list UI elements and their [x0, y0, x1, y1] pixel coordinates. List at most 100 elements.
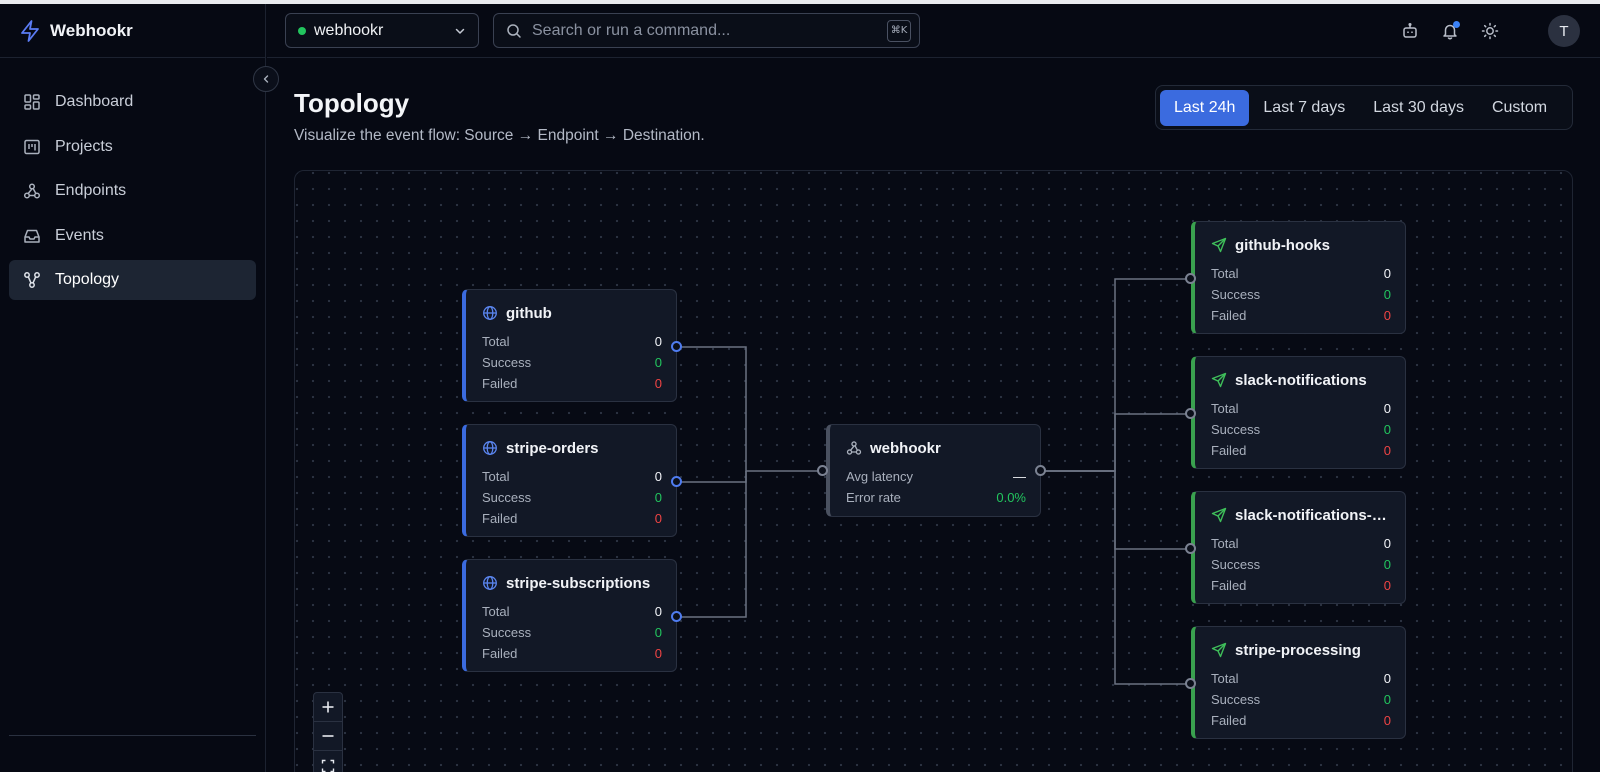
destination-node-slack-notifications-m[interactable]: slack-notifications-m... Total 0 Success 0… — [1191, 491, 1406, 604]
page-title: Topology — [294, 88, 410, 118]
edge-github-to-endpoint — [677, 346, 823, 472]
time-range-selector: Last 24h Last 7 days Last 30 days Custom — [1155, 85, 1573, 130]
source-output-port[interactable] — [671, 611, 682, 622]
failed-label: Failed — [1211, 713, 1247, 728]
zoom-controls — [313, 692, 343, 772]
node-title: webhookr — [870, 439, 941, 457]
failed-label: Failed — [482, 511, 518, 526]
success-value: 0 — [654, 355, 662, 370]
theme-toggle-button[interactable] — [1479, 20, 1501, 42]
destination-input-port[interactable] — [1185, 273, 1196, 284]
sidebar-item-events[interactable]: Events — [9, 216, 256, 256]
sidebar-item-topology[interactable]: Topology — [9, 260, 256, 300]
success-label: Success — [1211, 422, 1261, 437]
destination-input-port[interactable] — [1185, 678, 1196, 689]
range-custom-button[interactable]: Custom — [1478, 90, 1561, 126]
sidebar-nav: Dashboard Projects Endpoints Events Topo… — [0, 58, 265, 300]
chevron-left-icon — [261, 74, 271, 84]
lightning-logo-icon — [20, 19, 40, 42]
total-label: Total — [482, 469, 510, 484]
notification-badge — [1453, 21, 1460, 28]
source-node-stripe-subscriptions[interactable]: stripe-subscriptions Total 0 Success 0 Fai… — [462, 559, 677, 672]
avg-latency-value: — — [1013, 469, 1026, 484]
send-icon — [1211, 372, 1227, 388]
zoom-in-button[interactable] — [314, 693, 342, 722]
success-label: Success — [1211, 557, 1261, 572]
keyboard-shortcut-hint: ⌘K — [887, 19, 911, 42]
globe-icon — [482, 305, 498, 321]
range-last-7-days-button[interactable]: Last 7 days — [1249, 90, 1359, 126]
collapse-sidebar-button[interactable] — [253, 66, 279, 92]
fit-view-button[interactable] — [314, 751, 342, 772]
total-label: Total — [482, 334, 510, 349]
bot-button[interactable] — [1399, 20, 1421, 42]
sidebar-item-endpoints[interactable]: Endpoints — [9, 171, 256, 211]
project-selector[interactable]: webhookr — [285, 13, 479, 48]
failed-label: Failed — [1211, 308, 1247, 323]
send-icon — [1211, 237, 1227, 253]
source-node-github[interactable]: github Total 0 Success 0 Failed 0 — [462, 289, 677, 402]
destination-node-slack-notifications[interactable]: slack-notifications Total 0 Success 0 Fail… — [1191, 356, 1406, 469]
zoom-out-button[interactable] — [314, 722, 342, 751]
success-value: 0 — [1383, 287, 1391, 302]
destination-input-port[interactable] — [1185, 408, 1196, 419]
success-label: Success — [482, 355, 532, 370]
source-node-stripe-orders[interactable]: stripe-orders Total 0 Success 0 Failed 0 — [462, 424, 677, 537]
range-last-24h-button[interactable]: Last 24h — [1160, 89, 1250, 126]
total-value: 0 — [654, 334, 662, 349]
notifications-button[interactable] — [1439, 20, 1461, 42]
sidebar-item-projects[interactable]: Projects — [9, 127, 256, 167]
total-value: 0 — [1383, 266, 1391, 281]
success-label: Success — [1211, 287, 1261, 302]
range-last-30-days-button[interactable]: Last 30 days — [1359, 90, 1478, 126]
success-label: Success — [482, 625, 532, 640]
brand[interactable]: Webhookr — [0, 4, 265, 58]
send-icon — [1211, 507, 1227, 523]
total-label: Total — [1211, 536, 1239, 551]
projects-icon — [23, 138, 41, 156]
sidebar-item-dashboard[interactable]: Dashboard — [9, 82, 256, 122]
sidebar-item-label: Projects — [55, 137, 113, 155]
failed-label: Failed — [1211, 443, 1247, 458]
failed-value: 0 — [654, 511, 662, 526]
failed-label: Failed — [482, 376, 518, 391]
success-label: Success — [482, 490, 532, 505]
total-value: 0 — [1383, 536, 1391, 551]
sidebar-item-label: Endpoints — [55, 182, 127, 199]
globe-icon — [482, 440, 498, 456]
globe-icon — [482, 575, 498, 591]
sidebar-divider — [9, 735, 256, 736]
total-label: Total — [1211, 671, 1239, 686]
source-output-port[interactable] — [671, 341, 682, 352]
avatar[interactable]: T — [1548, 15, 1580, 47]
sidebar-item-label: Dashboard — [55, 93, 134, 110]
failed-label: Failed — [1211, 578, 1247, 593]
bell-icon — [1441, 21, 1460, 40]
sidebar-item-label: Topology — [55, 271, 120, 288]
send-icon — [1211, 642, 1227, 658]
edge-stripe-orders-to-endpoint — [677, 471, 747, 483]
error-rate-label: Error rate — [846, 490, 901, 505]
success-value: 0 — [654, 490, 662, 505]
search-icon — [506, 23, 522, 39]
failed-value: 0 — [1383, 578, 1391, 593]
failed-value: 0 — [1383, 713, 1391, 728]
node-title: stripe-orders — [506, 439, 599, 457]
endpoint-output-port[interactable] — [1035, 465, 1046, 476]
failed-value: 0 — [654, 646, 662, 661]
destination-node-stripe-processing[interactable]: stripe-processing Total 0 Success 0 Failed… — [1191, 626, 1406, 739]
inbox-icon — [23, 227, 41, 245]
webhook-icon — [846, 440, 862, 456]
search-input[interactable] — [532, 21, 887, 40]
destination-input-port[interactable] — [1185, 543, 1196, 554]
endpoint-input-port[interactable] — [817, 465, 828, 476]
destination-node-github-hooks[interactable]: github-hooks Total 0 Success 0 Failed 0 — [1191, 221, 1406, 334]
edge-endpoint-to-slack-notifications-m — [1041, 470, 1191, 550]
project-selector-value: webhookr — [314, 21, 384, 39]
endpoint-node-webhookr[interactable]: webhookr Avg latency — Error rate 0.0% — [826, 424, 1041, 517]
topology-canvas[interactable]: github Total 0 Success 0 Failed 0 stripe-or… — [294, 170, 1573, 772]
dashboard-icon — [23, 93, 41, 111]
source-output-port[interactable] — [671, 476, 682, 487]
failed-value: 0 — [1383, 443, 1391, 458]
edge-endpoint-to-slack-notifications — [1041, 413, 1191, 472]
